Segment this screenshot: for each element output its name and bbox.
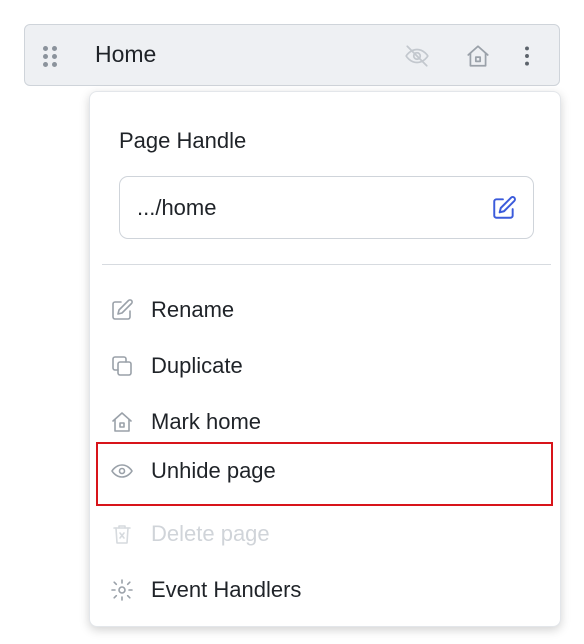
event-handlers-label: Event Handlers [151,577,302,602]
page-handle-value: .../home [137,195,217,220]
home-icon [110,410,134,434]
duplicate-menu-item[interactable]: Duplicate [96,337,553,395]
eye-icon [110,459,134,483]
delete-page-menu-item: Delete page [96,505,553,563]
mark-home-label: Mark home [151,409,262,434]
rename-label: Rename [151,297,235,322]
unhide-page-menu-item[interactable]: Unhide page [96,442,553,506]
menu-divider [102,264,551,265]
page-handle-field[interactable]: .../home [119,176,534,239]
copy-icon [110,354,134,378]
trash-icon [110,522,134,546]
edit-icon [110,298,134,322]
gear-icon [110,578,134,602]
more-vertical-icon[interactable] [513,42,541,70]
home-icon[interactable] [464,42,492,70]
unhide-page-label: Unhide page [151,458,276,483]
page-handle-title: Page Handle [119,128,247,153]
page-row-home[interactable]: Home [24,24,560,86]
event-handlers-menu-item[interactable]: Event Handlers [96,561,553,619]
duplicate-label: Duplicate [151,353,243,378]
page-name: Home [95,41,157,67]
edit-handle-icon[interactable] [491,195,517,221]
page-options-menu: Page Handle .../home Rename Duplicate Ma… [89,91,561,627]
eye-off-icon[interactable] [403,42,431,70]
delete-page-label: Delete page [151,521,270,546]
drag-handle-icon[interactable] [43,46,57,68]
rename-menu-item[interactable]: Rename [96,281,553,339]
